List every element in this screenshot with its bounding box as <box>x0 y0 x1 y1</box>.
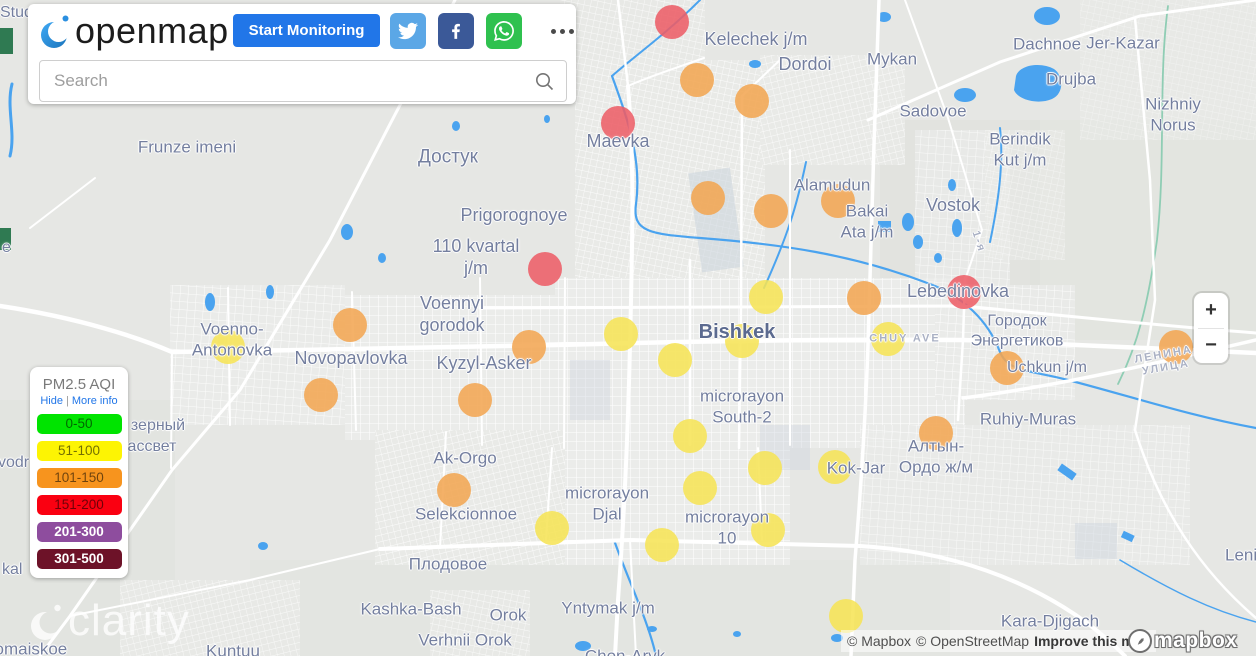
whatsapp-icon <box>494 21 514 41</box>
legend-links: Hide | More info <box>30 395 128 407</box>
header-card: openmap Start Monitoring <box>28 4 576 104</box>
legend-hide-link[interactable]: Hide <box>40 395 63 407</box>
osm-attribution-link[interactable]: © OpenStreetMap <box>916 633 1029 649</box>
legend-more-info-link[interactable]: More info <box>72 395 118 407</box>
clarity-logo-icon <box>31 604 61 640</box>
mapbox-logo-text: mapbox <box>1154 629 1238 652</box>
facebook-button[interactable] <box>438 13 474 49</box>
clarity-watermark-text: clarity <box>68 596 190 645</box>
search-icon[interactable] <box>535 72 554 91</box>
openmap-logo[interactable]: openmap <box>40 10 229 52</box>
twitter-icon <box>398 22 418 40</box>
start-monitoring-button[interactable]: Start Monitoring <box>233 14 380 47</box>
map-attribution: © Mapbox © OpenStreetMap Improve this ma… <box>841 630 1156 652</box>
legend-title: PM2.5 AQI <box>42 376 116 393</box>
search-input[interactable] <box>40 71 535 91</box>
clarity-watermark[interactable]: clarity <box>30 596 190 646</box>
legend-entry: 51-100 <box>36 441 122 461</box>
app: Stud Frunze imeni Достук Prigorognoye 110 kv… <box>0 0 1256 656</box>
more-options-button[interactable] <box>540 16 584 46</box>
search-box <box>39 60 567 102</box>
legend-entry: 301-500 <box>36 549 122 569</box>
aqi-legend-panel: PM2.5 AQI Hide | More info 0-50 51-100 101-1… <box>30 367 128 578</box>
zoom-out-button[interactable]: − <box>1194 329 1228 364</box>
whatsapp-button[interactable] <box>486 13 522 49</box>
mapbox-logo-icon <box>1128 629 1152 653</box>
dot-icon <box>550 28 556 34</box>
openmap-logo-text: openmap <box>75 10 229 51</box>
legend-entry: 151-200 <box>36 495 122 515</box>
facebook-icon <box>452 23 460 39</box>
mapbox-attribution-link[interactable]: © Mapbox <box>847 633 911 649</box>
zoom-in-button[interactable]: + <box>1194 293 1228 328</box>
dot-icon <box>568 28 574 34</box>
legend-entry: 201-300 <box>36 522 122 542</box>
mapbox-logo[interactable]: mapbox <box>1128 629 1238 653</box>
twitter-button[interactable] <box>390 13 426 49</box>
legend-entry: 0-50 <box>36 414 122 434</box>
zoom-control: + − <box>1194 293 1228 363</box>
legend-link-separator: | <box>65 395 69 407</box>
dot-icon <box>559 28 565 34</box>
openmap-logo-icon <box>41 15 69 48</box>
legend-entries: 0-50 51-100 101-150 151-200 201-300 301-500 <box>30 414 128 569</box>
legend-entry: 101-150 <box>36 468 122 488</box>
